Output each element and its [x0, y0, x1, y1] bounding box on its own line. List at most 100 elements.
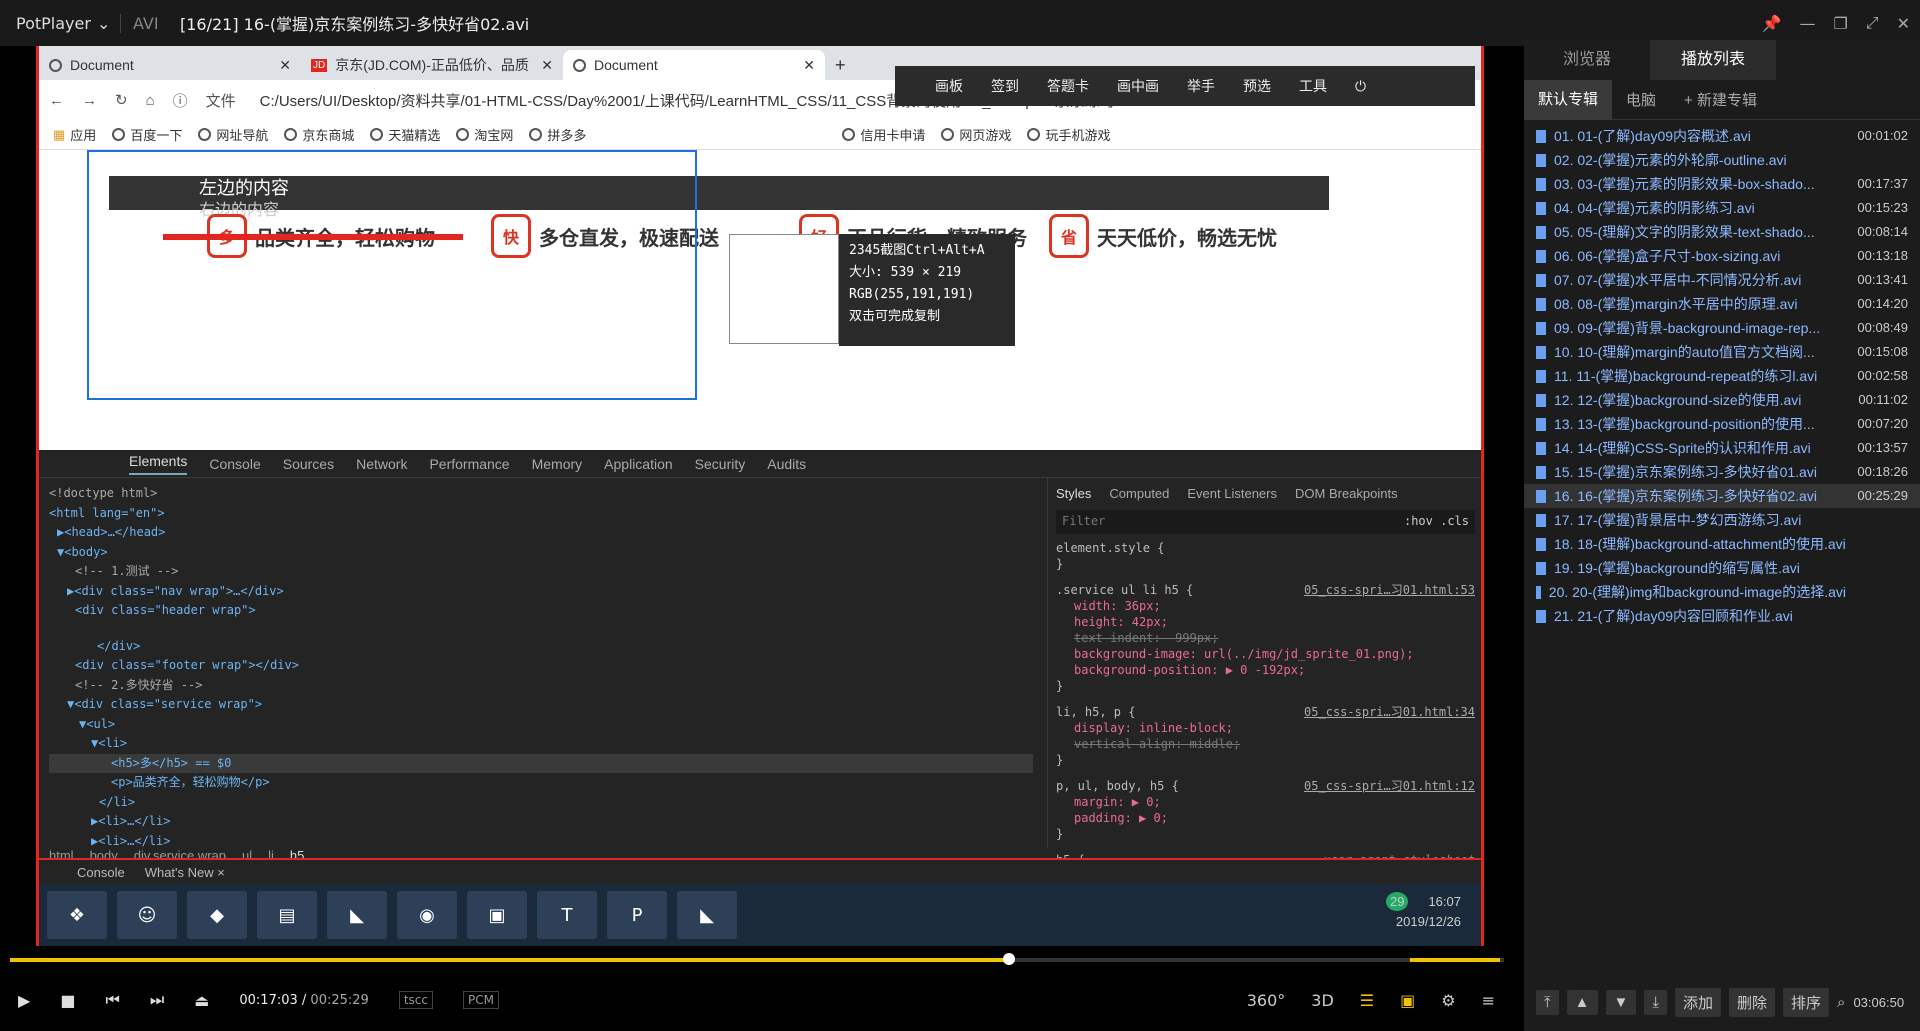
seek-bar[interactable] — [10, 953, 1504, 965]
new-tab-icon[interactable]: + — [835, 50, 846, 80]
rule-source-link[interactable]: 05_css-spri…习01.html:53 — [1304, 582, 1475, 598]
playlist-item[interactable]: 05. 05-(理解)文字的阴影效果-text-shado... 00:08:14 — [1524, 220, 1920, 244]
close-tab-icon[interactable]: ✕ — [541, 57, 553, 74]
bookmark-item[interactable]: 网页游戏 — [941, 125, 1011, 144]
dom-node[interactable]: <html lang="en"> — [49, 504, 1033, 524]
css-property-disabled[interactable]: text-indent: -999px; — [1056, 630, 1475, 646]
play-icon[interactable]: ▶ — [18, 991, 30, 1010]
sort-button[interactable]: 排序 — [1783, 987, 1830, 1017]
restore-icon[interactable]: ❐ — [1833, 14, 1847, 33]
toolbar-item[interactable]: 画中画 — [1117, 76, 1159, 96]
playlist-item[interactable]: 19. 19-(掌握)background的缩写属性.avi — [1524, 556, 1920, 580]
dom-node[interactable]: ▶<head>…</head> — [49, 523, 1033, 543]
dom-node[interactable]: <div class="footer wrap"></div> — [49, 656, 1033, 676]
playlist-item[interactable]: 17. 17-(掌握)背景居中-梦幻西游练习.avi — [1524, 508, 1920, 532]
tab-memory[interactable]: Memory — [532, 456, 583, 472]
dom-node[interactable]: </div> — [49, 637, 1033, 657]
chrome-icon[interactable]: ◉ — [397, 891, 457, 939]
stop-icon[interactable]: ■ — [60, 991, 75, 1010]
folder-icon[interactable]: ▤ — [257, 891, 317, 939]
playlist-item[interactable]: 14. 14-(理解)CSS-Sprite的认识和作用.avi 00:13:57 — [1524, 436, 1920, 460]
toolbar-item[interactable]: 画板 — [935, 76, 963, 96]
search-icon[interactable]: ⌕ — [1837, 994, 1845, 1011]
playlist-item[interactable]: 04. 04-(掌握)元素的阴影练习.avi 00:15:23 — [1524, 196, 1920, 220]
bookmark-item[interactable]: 玩手机游戏 — [1027, 125, 1110, 144]
screenshot-selection[interactable] — [87, 150, 697, 400]
fullscreen-icon[interactable]: ⤢ — [1866, 13, 1879, 33]
start-icon[interactable]: ❖ — [47, 891, 107, 939]
menu-icon[interactable]: ≡ — [1482, 991, 1495, 1010]
move-up-icon[interactable]: ▲ — [1566, 989, 1598, 1015]
rule-source-link[interactable]: 05_css-spri…习01.html:12 — [1304, 778, 1475, 794]
css-property[interactable]: background-image: url(../img/jd_sprite_0… — [1056, 646, 1475, 662]
app-icon[interactable]: ▣ — [467, 891, 527, 939]
info-icon[interactable]: ⓘ — [173, 90, 188, 111]
css-property[interactable]: margin: ▶ 0; — [1056, 794, 1475, 810]
toolbar-item[interactable]: 签到 — [991, 76, 1019, 96]
volume-bar[interactable] — [1410, 958, 1500, 962]
playlist-item[interactable]: 08. 08-(掌握)margin水平居中的原理.avi 00:14:20 — [1524, 292, 1920, 316]
tab-console[interactable]: Console — [209, 456, 260, 472]
dom-node[interactable]: </li> — [49, 793, 1033, 813]
dom-node[interactable]: ▼<li> — [49, 734, 1033, 754]
pin-icon[interactable]: 📌 — [1762, 14, 1782, 33]
bookmark-item[interactable]: 京东商城 — [284, 125, 354, 144]
tab-event-listeners[interactable]: Event Listeners — [1187, 486, 1277, 501]
bookmark-item[interactable]: 信用卡申请 — [842, 125, 925, 144]
dom-node[interactable]: ▼<ul> — [49, 715, 1033, 735]
bookmark-item[interactable]: 淘宝网 — [456, 125, 513, 144]
playlist-item[interactable]: 12. 12-(掌握)background-size的使用.avi 00:11:0… — [1524, 388, 1920, 412]
tab-elements[interactable]: Elements — [129, 453, 188, 475]
potplayer-menu[interactable]: PotPlayer ⌄ — [0, 14, 120, 33]
playlist-item[interactable]: 01. 01-(了解)day09内容概述.avi 00:01:02 — [1524, 124, 1920, 148]
avatar[interactable]: ☺ — [117, 891, 177, 939]
bookmark-item[interactable]: 拼多多 — [529, 125, 586, 144]
bookmark-item[interactable]: 天猫精选 — [370, 125, 440, 144]
bookmark-item[interactable]: 百度一下 — [112, 125, 182, 144]
dom-node[interactable]: ▼<body> — [49, 543, 1033, 563]
dom-node-selected[interactable]: <h5>多</h5> == $0 — [49, 753, 1033, 773]
dom-node[interactable]: ▼<div class="service wrap"> — [49, 695, 1033, 715]
playlist-item[interactable]: 10. 10-(理解)margin的auto值官方文档阅... 00:15:08 — [1524, 340, 1920, 364]
dom-node[interactable]: <!-- 2.多快好省 --> — [49, 676, 1033, 696]
dom-node[interactable]: <!doctype html> — [49, 484, 1033, 504]
css-property[interactable]: height: 42px; — [1056, 614, 1475, 630]
360-icon[interactable]: 360° — [1247, 991, 1286, 1010]
settings-icon[interactable]: ⚙ — [1441, 991, 1455, 1010]
tab-sources[interactable]: Sources — [283, 456, 334, 472]
playlist-item[interactable]: 16. 16-(掌握)京东案例练习-多快好省02.avi 00:25:29 — [1524, 484, 1920, 508]
playlist-item[interactable]: 11. 11-(掌握)background-repeat的练习l.avi 00:0… — [1524, 364, 1920, 388]
playlist-item[interactable]: 18. 18-(理解)background-attachment的使用.avi — [1524, 532, 1920, 556]
drawer-tab-whats-new[interactable]: What's New × — [145, 865, 225, 880]
tab-playlist[interactable]: 播放列表 — [1650, 40, 1776, 80]
styles-filter-input[interactable]: Filter:hov .cls — [1056, 510, 1475, 534]
bookmark-item[interactable]: 网址导航 — [198, 125, 268, 144]
css-property[interactable]: padding: ▶ 0; — [1056, 810, 1475, 826]
css-property[interactable]: width: 36px; — [1056, 598, 1475, 614]
tab-dom-breakpoints[interactable]: DOM Breakpoints — [1295, 486, 1398, 501]
css-property[interactable]: background-position: ▶ 0 -192px; — [1056, 662, 1475, 678]
app-icon[interactable]: ◆ — [187, 891, 247, 939]
tab-application[interactable]: Application — [604, 456, 673, 472]
subtitle-icon[interactable]: ▣ — [1400, 991, 1415, 1010]
toolbar-item[interactable]: 预选 — [1243, 76, 1271, 96]
chrome-tab[interactable]: Document ✕ — [39, 50, 301, 80]
add-button[interactable]: 添加 — [1675, 987, 1722, 1017]
playlist-item[interactable]: 20. 20-(理解)img和background-image的选择.avi — [1524, 580, 1920, 604]
tray-clock[interactable]: 29 16:07 2019/12/26 — [1385, 892, 1461, 932]
minimize-icon[interactable]: — — [1799, 14, 1815, 33]
playlist-item[interactable]: 09. 09-(掌握)背景-background-image-rep... 00:… — [1524, 316, 1920, 340]
forward-icon[interactable]: → — [82, 92, 97, 109]
3d-icon[interactable]: 3D — [1311, 991, 1334, 1010]
eject-icon[interactable]: ⏏ — [194, 991, 209, 1010]
tab-network[interactable]: Network — [356, 456, 407, 472]
bookmark-apps[interactable]: ▦ 应用 — [53, 125, 96, 144]
vscode-icon[interactable]: ◣ — [327, 891, 387, 939]
dom-node[interactable]: ▶<div class="nav wrap">…</div> — [49, 582, 1033, 602]
hov-cls-toggle[interactable]: :hov .cls — [1404, 514, 1469, 528]
toolbar-item[interactable]: 答题卡 — [1047, 76, 1089, 96]
dom-node[interactable]: ▶<li>…</li> — [49, 812, 1033, 832]
reload-icon[interactable]: ↻ — [115, 91, 128, 109]
move-bottom-icon[interactable]: ⤓ — [1644, 989, 1667, 1015]
new-album-button[interactable]: + 新建专辑 — [1670, 89, 1771, 110]
